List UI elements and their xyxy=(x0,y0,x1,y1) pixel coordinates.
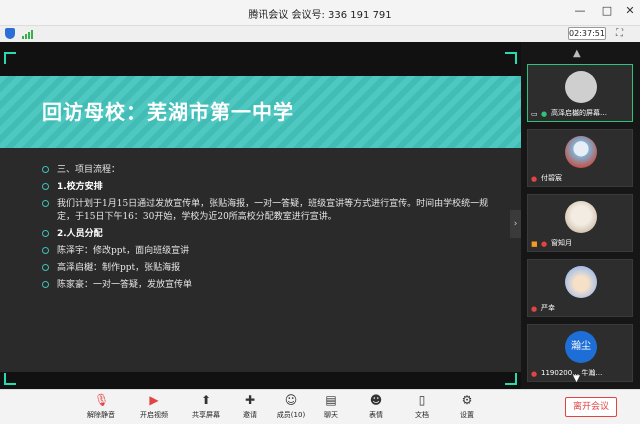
participant-tile[interactable]: ▭ ● 高泽启樾的屏幕… xyxy=(527,64,633,122)
document-icon: ▯ xyxy=(418,393,426,407)
corner-marker xyxy=(505,52,517,64)
participant-name: ■ ● 窗知月 xyxy=(531,239,572,248)
corner-marker xyxy=(505,373,517,385)
participant-tile[interactable]: ● 严幸 xyxy=(527,259,633,317)
close-button[interactable]: ✕ xyxy=(622,4,638,17)
circle-bullet-icon xyxy=(42,166,49,173)
avatar xyxy=(565,71,597,103)
participant-name: ● 付碧宸 xyxy=(531,174,562,183)
share-screen-label: 共享屏幕 xyxy=(192,411,220,419)
slide-item: 三、项目流程： xyxy=(42,164,502,177)
meeting-timer: 02:37:51 xyxy=(568,27,606,40)
members-label: 成员(10) xyxy=(276,411,306,419)
invite-label: 邀请 xyxy=(243,411,257,419)
shield-icon[interactable] xyxy=(5,28,15,39)
settings-button[interactable]: ⚙ 设置 xyxy=(447,394,487,420)
avatar xyxy=(565,266,597,298)
reaction-label: 表情 xyxy=(369,411,383,419)
chat-icon: ▤ xyxy=(325,393,337,407)
unmute-button[interactable]: 🎙 解除静音 xyxy=(81,394,121,420)
invite-button[interactable]: ✚ 邀请 xyxy=(230,394,270,420)
mic-muted-icon: ● xyxy=(541,239,548,248)
slide-item: 高泽启樾：制作ppt，张贴海报 xyxy=(42,262,502,275)
mic-muted-icon: ● xyxy=(531,174,538,183)
screen-share-icon: ▭ xyxy=(531,109,538,118)
circle-bullet-icon xyxy=(42,183,49,190)
docs-label: 文档 xyxy=(415,411,429,419)
slide-item-text: 高泽启樾：制作ppt，张贴海报 xyxy=(57,263,181,273)
maximize-button[interactable]: □ xyxy=(599,4,615,17)
participant-tile[interactable]: ■ ● 窗知月 xyxy=(527,194,633,252)
avatar xyxy=(565,136,597,168)
slide-item-text: 1.校方安排 xyxy=(57,182,103,192)
slide-item: 我们计划于1月15日通过发放宣传单，张贴海报，一对一答疑，班级宣讲等方式进行宣传… xyxy=(42,198,502,224)
circle-bullet-icon xyxy=(42,200,49,207)
avatar xyxy=(565,201,597,233)
reaction-button[interactable]: ☻ 表情 xyxy=(356,394,396,420)
slide-item-text: 2.人员分配 xyxy=(57,229,103,239)
shared-screen: 回访母校：芜湖市第一中学 三、项目流程： 1.校方安排 我们计划于1月15日通过… xyxy=(0,42,521,389)
fullscreen-icon[interactable]: ⛶ xyxy=(616,28,627,39)
invite-icon: ✚ xyxy=(244,393,256,407)
user-icon: ■ xyxy=(531,239,538,248)
circle-bullet-icon xyxy=(42,264,49,271)
gear-icon: ⚙ xyxy=(461,393,473,407)
mic-muted-icon: ● xyxy=(531,369,538,378)
participant-tile[interactable]: ● 付碧宸 xyxy=(527,129,633,187)
collapse-panel-button[interactable]: › xyxy=(510,210,521,238)
corner-marker xyxy=(4,373,16,385)
avatar: 瀚尘 xyxy=(565,331,597,363)
circle-bullet-icon xyxy=(42,230,49,237)
unmute-label: 解除静音 xyxy=(87,411,115,419)
window-title: 腾讯会议 会议号: 336 191 791 xyxy=(248,10,392,21)
participant-panel: ▲ ▭ ● 高泽启樾的屏幕… ● 付碧宸 ■ ● 窗知月 ● 严幸 瀚尘 ● 1190200…… xyxy=(521,42,640,389)
slide-item-text: 陈家豪：一对一答疑，发放宣传单 xyxy=(57,280,193,290)
mic-muted-icon: ● xyxy=(531,304,538,313)
docs-button[interactable]: ▯ 文档 xyxy=(402,394,442,420)
camera-off-icon: ▶ xyxy=(149,393,159,407)
slide-item-text: 我们计划于1月15日通过发放宣传单，张贴海报，一对一答疑，班级宣讲等方式进行宣传… xyxy=(57,199,489,222)
meeting-info-bar: 02:37:51 ⛶ xyxy=(0,26,640,42)
slide-item-text: 陈泽宇：修改ppt，面向班级宣讲 xyxy=(57,246,190,256)
members-button[interactable]: ☺ 成员(10) xyxy=(271,394,311,420)
members-icon: ☺ xyxy=(284,393,298,407)
minimize-button[interactable]: — xyxy=(572,4,588,17)
mic-on-icon: ● xyxy=(541,109,548,118)
share-screen-icon: ⬆ xyxy=(200,393,212,407)
presentation-slide: 回访母校：芜湖市第一中学 三、项目流程： 1.校方安排 我们计划于1月15日通过… xyxy=(0,76,521,372)
chat-label: 聊天 xyxy=(324,411,338,419)
corner-marker xyxy=(4,52,16,64)
scroll-up-icon[interactable]: ▲ xyxy=(573,48,581,59)
circle-bullet-icon xyxy=(42,281,49,288)
emoji-icon: ☻ xyxy=(369,393,383,407)
leave-meeting-button[interactable]: 离开会议 xyxy=(565,397,617,417)
participant-name: ● 1190200… 牛瀚… xyxy=(531,369,603,378)
participant-tile[interactable]: 瀚尘 ● 1190200… 牛瀚… xyxy=(527,324,633,382)
participant-name: ▭ ● 高泽启樾的屏幕… xyxy=(531,109,607,118)
slide-content: 三、项目流程： 1.校方安排 我们计划于1月15日通过发放宣传单，张贴海报，一对… xyxy=(42,164,502,296)
settings-label: 设置 xyxy=(460,411,474,419)
slide-item: 1.校方安排 xyxy=(42,181,502,194)
title-bar: 腾讯会议 会议号: 336 191 791 — □ ✕ xyxy=(0,0,640,26)
slide-item: 2.人员分配 xyxy=(42,228,502,241)
chat-button[interactable]: ▤ 聊天 xyxy=(311,394,351,420)
slide-item: 陈家豪：一对一答疑，发放宣传单 xyxy=(42,279,502,292)
participant-name: ● 严幸 xyxy=(531,304,555,313)
meeting-toolbar: 🎙 解除静音 ▶ 开启视频 ⬆ 共享屏幕 ✚ 邀请 ☺ 成员(10) ▤ 聊天 … xyxy=(0,389,640,424)
mic-muted-icon: 🎙 xyxy=(94,393,110,407)
slide-item: 陈泽宇：修改ppt，面向班级宣讲 xyxy=(42,245,502,258)
slide-item-text: 三、项目流程： xyxy=(57,165,121,175)
start-video-button[interactable]: ▶ 开启视频 xyxy=(134,394,174,420)
circle-bullet-icon xyxy=(42,247,49,254)
scroll-down-icon[interactable]: ▼ xyxy=(573,374,580,384)
signal-icon[interactable] xyxy=(22,29,34,39)
slide-title: 回访母校：芜湖市第一中学 xyxy=(42,100,294,124)
slide-banner: 回访母校：芜湖市第一中学 xyxy=(0,76,521,148)
share-screen-button[interactable]: ⬆ 共享屏幕 xyxy=(186,394,226,420)
start-video-label: 开启视频 xyxy=(140,411,168,419)
